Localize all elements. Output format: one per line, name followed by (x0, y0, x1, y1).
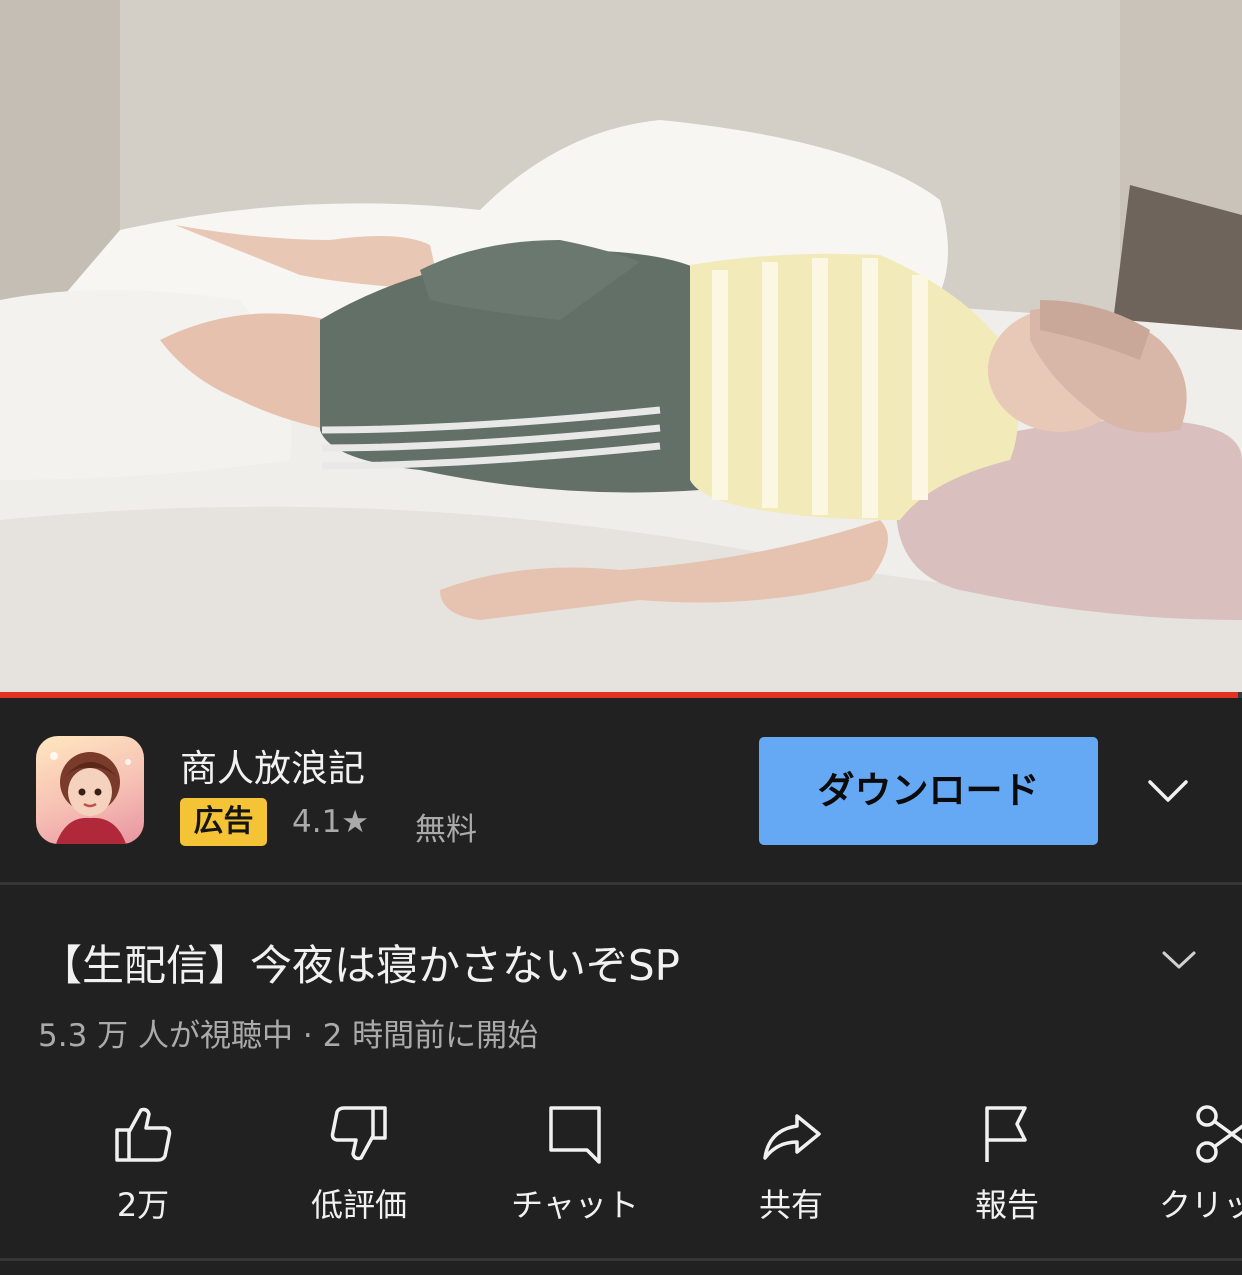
youtube-watch-page: 商人放浪記 広告 4.1★ 無料 ダウンロード 【生配信】今夜は寝かさないぞSP… (0, 0, 1242, 1275)
clip-label: クリップ (1158, 1186, 1242, 1224)
ad-app-title[interactable]: 商人放浪記 (180, 738, 365, 792)
download-button[interactable]: ダウンロード (759, 737, 1098, 845)
ad-badge: 広告 (180, 798, 267, 846)
dislike-label: 低評価 (310, 1186, 407, 1224)
thumbs-down-icon (330, 1106, 387, 1161)
game-app-icon[interactable] (36, 736, 144, 844)
dislike-button[interactable]: 低評価 (274, 1096, 444, 1236)
clip-button[interactable]: クリップ (1138, 1096, 1242, 1236)
chat-button[interactable]: チャット (490, 1096, 660, 1236)
section-divider (0, 1258, 1242, 1261)
chevron-down-icon[interactable] (1146, 776, 1190, 806)
action-bar: 2万 低評価 チャット 共有 報告 クリッ (0, 1096, 1242, 1236)
chat-label: チャット (511, 1186, 639, 1224)
video-frame (0, 0, 1242, 692)
share-button[interactable]: 共有 (706, 1096, 876, 1236)
video-player[interactable] (0, 0, 1242, 692)
ad-price: 無料 (415, 812, 477, 848)
ad-card[interactable]: 商人放浪記 広告 4.1★ 無料 ダウンロード (0, 700, 1242, 882)
video-progress-bar[interactable] (0, 692, 1242, 698)
scissors-icon (1196, 1105, 1242, 1163)
section-divider (0, 882, 1242, 885)
flag-icon (985, 1106, 1027, 1162)
like-button[interactable]: 2万 (58, 1096, 228, 1236)
share-icon (763, 1114, 821, 1160)
chat-icon (549, 1106, 601, 1164)
video-progress-fill (0, 692, 1239, 698)
thumbs-up-icon (115, 1107, 172, 1162)
like-count: 2万 (116, 1186, 170, 1224)
share-label: 共有 (758, 1186, 823, 1224)
report-label: 報告 (974, 1186, 1039, 1224)
report-button[interactable]: 報告 (922, 1096, 1092, 1236)
ad-rating: 4.1★ (292, 804, 370, 840)
video-meta: 5.3 万 人が視聴中 · 2 時間前に開始 (38, 1018, 539, 1054)
video-title[interactable]: 【生配信】今夜は寝かさないぞSP (40, 932, 680, 993)
chevron-down-icon[interactable] (1160, 948, 1198, 972)
